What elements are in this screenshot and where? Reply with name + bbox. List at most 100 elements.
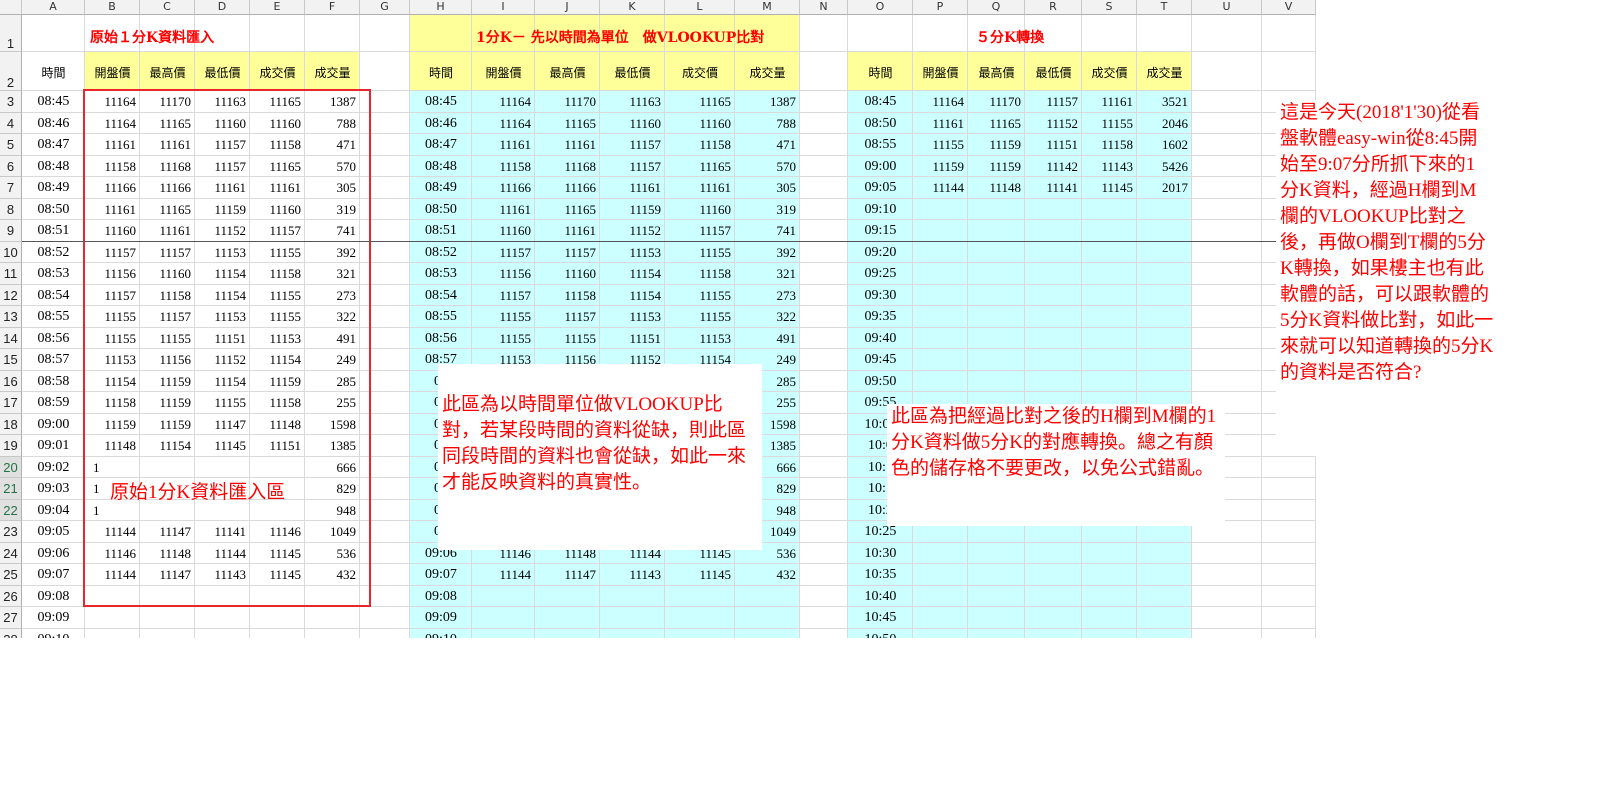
vlookup-time-cell[interactable]: 08:46 [410, 115, 472, 133]
five-time-cell[interactable]: 08:50 [848, 115, 913, 133]
vlookup-value-cell[interactable]: 11161 [600, 179, 661, 197]
five-value-cell[interactable]: 11170 [968, 93, 1021, 111]
raw-time-cell[interactable]: 08:59 [22, 394, 85, 412]
row-header-18[interactable]: 18 [0, 414, 22, 435]
five-value-cell[interactable]: 11145 [1082, 179, 1133, 197]
raw-time-cell[interactable]: 08:55 [22, 308, 85, 326]
vlookup-value-cell[interactable]: 11154 [600, 265, 661, 283]
vlookup-value-cell[interactable]: 11159 [600, 201, 661, 219]
vlookup-value-cell[interactable]: 11152 [600, 222, 661, 240]
row-header-25[interactable]: 25 [0, 564, 22, 586]
raw-time-cell[interactable]: 08:46 [22, 115, 85, 133]
raw-time-cell[interactable]: 08:52 [22, 244, 85, 262]
vlookup-value-cell[interactable]: 11158 [472, 158, 531, 176]
five-value-cell[interactable]: 3521 [1137, 93, 1188, 111]
vlookup-value-cell[interactable]: 11157 [600, 136, 661, 154]
five-value-cell[interactable]: 11159 [968, 136, 1021, 154]
raw-time-cell[interactable]: 09:09 [22, 609, 85, 627]
row-header-24[interactable]: 24 [0, 543, 22, 564]
vlookup-value-cell[interactable]: 432 [735, 566, 797, 584]
vlookup-value-cell[interactable]: 11166 [472, 179, 531, 197]
vlookup-value-cell[interactable]: 11144 [472, 566, 531, 584]
raw-time-cell[interactable]: 09:00 [22, 416, 85, 434]
vlookup-value-cell[interactable]: 11145 [665, 566, 731, 584]
column-header-d[interactable]: D [195, 0, 250, 15]
raw-time-cell[interactable]: 08:53 [22, 265, 85, 283]
vlookup-value-cell[interactable]: 11156 [472, 265, 531, 283]
five-value-cell[interactable]: 11164 [913, 93, 964, 111]
vlookup-value-cell[interactable]: 11155 [535, 330, 596, 348]
vlookup-area-note[interactable]: 此區為以時間單位做VLOOKUP比對，若某段時間的資料從缺，則此區同段時間的資料… [438, 364, 762, 550]
vlookup-value-cell[interactable]: 319 [735, 201, 797, 219]
vlookup-value-cell[interactable]: 11155 [665, 244, 731, 262]
vlookup-value-cell[interactable]: 11157 [535, 308, 596, 326]
vlookup-value-cell[interactable]: 11153 [600, 308, 661, 326]
row-header-22[interactable]: 22 [0, 500, 22, 521]
row-header-16[interactable]: 16 [0, 371, 22, 392]
column-header-k[interactable]: K [600, 0, 665, 15]
five-value-cell[interactable]: 11158 [1082, 136, 1133, 154]
vlookup-value-cell[interactable]: 11155 [665, 287, 731, 305]
vlookup-value-cell[interactable]: 11153 [665, 330, 731, 348]
raw-time-cell[interactable]: 09:03 [22, 480, 85, 498]
raw-time-cell[interactable]: 08:45 [22, 93, 85, 111]
vlookup-time-cell[interactable]: 08:55 [410, 308, 472, 326]
vlookup-time-cell[interactable]: 08:45 [410, 93, 472, 111]
vlookup-value-cell[interactable]: 1387 [735, 93, 796, 111]
row-header-11[interactable]: 11 [0, 263, 22, 285]
select-all-corner[interactable] [0, 0, 22, 15]
vlookup-value-cell[interactable]: 11157 [535, 244, 596, 262]
vlookup-value-cell[interactable]: 11160 [665, 115, 731, 133]
vlookup-value-cell[interactable]: 11163 [600, 93, 661, 111]
raw-time-cell[interactable]: 09:10 [22, 631, 85, 638]
five-value-cell[interactable]: 11159 [968, 158, 1021, 176]
vlookup-value-cell[interactable]: 471 [735, 136, 797, 154]
raw-time-cell[interactable]: 08:57 [22, 351, 85, 369]
five-time-cell[interactable]: 09:35 [848, 308, 913, 326]
five-value-cell[interactable]: 11159 [913, 158, 964, 176]
five-time-cell[interactable]: 09:40 [848, 330, 913, 348]
vlookup-value-cell[interactable]: 305 [735, 179, 797, 197]
vlookup-time-cell[interactable]: 08:52 [410, 244, 472, 262]
vlookup-time-cell[interactable]: 08:54 [410, 287, 472, 305]
row-header-9[interactable]: 9 [0, 220, 22, 242]
vlookup-value-cell[interactable]: 11164 [472, 93, 531, 111]
row-header-26[interactable]: 26 [0, 586, 22, 607]
vlookup-time-cell[interactable]: 09:10 [410, 631, 472, 638]
row-header-28[interactable]: 28 [0, 629, 22, 638]
column-header-c[interactable]: C [140, 0, 195, 15]
row-header-5[interactable]: 5 [0, 134, 22, 156]
vlookup-time-cell[interactable]: 08:49 [410, 179, 472, 197]
vlookup-time-cell[interactable]: 08:56 [410, 330, 472, 348]
five-value-cell[interactable]: 11155 [1082, 115, 1133, 133]
column-header-a[interactable]: A [22, 0, 85, 15]
vlookup-value-cell[interactable]: 491 [735, 330, 797, 348]
column-header-g[interactable]: G [360, 0, 410, 15]
row-header-4[interactable]: 4 [0, 113, 22, 134]
five-time-cell[interactable]: 08:45 [848, 93, 913, 111]
vlookup-time-cell[interactable]: 08:48 [410, 158, 472, 176]
five-value-cell[interactable]: 11144 [913, 179, 964, 197]
vlookup-value-cell[interactable]: 392 [735, 244, 797, 262]
five-time-cell[interactable]: 09:15 [848, 222, 913, 240]
raw-time-cell[interactable]: 09:04 [22, 502, 85, 520]
five-value-cell[interactable]: 11152 [1025, 115, 1078, 133]
vlookup-value-cell[interactable]: 11157 [600, 158, 661, 176]
vlookup-value-cell[interactable]: 11155 [472, 308, 531, 326]
raw-time-cell[interactable]: 08:50 [22, 201, 85, 219]
five-value-cell[interactable]: 11157 [1025, 93, 1078, 111]
five-time-cell[interactable]: 09:50 [848, 373, 913, 391]
five-time-cell[interactable]: 10:35 [848, 566, 913, 584]
vlookup-value-cell[interactable]: 321 [735, 265, 797, 283]
row-header-8[interactable]: 8 [0, 199, 22, 220]
vlookup-time-cell[interactable]: 08:51 [410, 222, 472, 240]
row-header-10[interactable]: 10 [0, 242, 22, 263]
column-header-b[interactable]: B [85, 0, 140, 15]
vlookup-value-cell[interactable]: 11160 [535, 265, 596, 283]
column-header-f[interactable]: F [305, 0, 360, 15]
five-time-cell[interactable]: 10:30 [848, 545, 913, 563]
vlookup-value-cell[interactable]: 11161 [665, 179, 731, 197]
column-header-t[interactable]: T [1137, 0, 1192, 15]
vlookup-value-cell[interactable]: 11157 [472, 244, 531, 262]
raw-time-cell[interactable]: 09:02 [22, 459, 85, 477]
